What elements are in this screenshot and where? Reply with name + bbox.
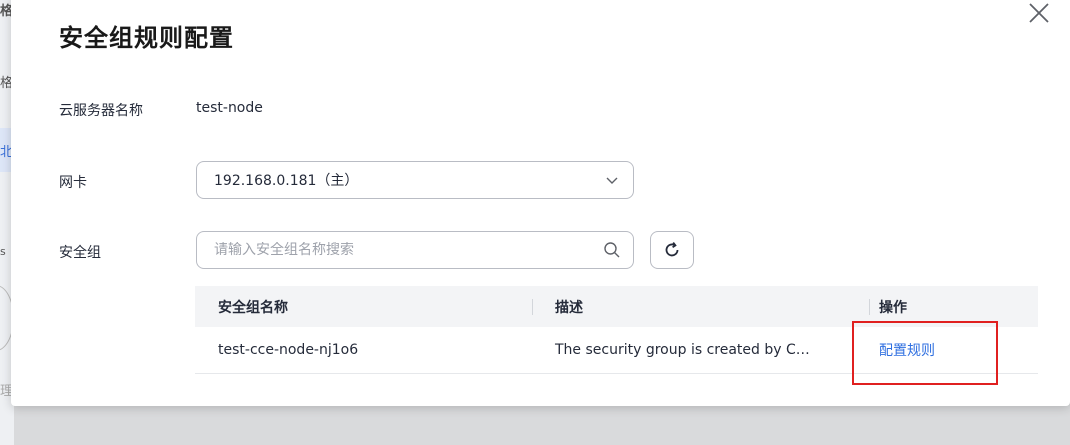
column-header-action: 操作 <box>869 297 1038 317</box>
security-group-label: 安全组 <box>59 245 101 261</box>
dialog-title: 安全组规则配置 <box>59 24 234 52</box>
refresh-icon <box>665 242 679 257</box>
refresh-button[interactable] <box>650 231 694 269</box>
close-button[interactable] <box>1026 0 1052 26</box>
table-row: test-cce-node-nj1o6 The security group i… <box>195 327 1038 374</box>
close-icon <box>1029 3 1049 23</box>
column-header-description: 描述 <box>532 297 869 317</box>
nic-select[interactable]: 192.168.0.181（主） <box>196 161 634 199</box>
search-icon[interactable] <box>603 241 621 259</box>
search-input[interactable] <box>214 242 603 258</box>
configure-rules-link[interactable]: 配置规则 <box>879 343 935 359</box>
security-group-search <box>196 231 634 269</box>
security-group-description: The security group is created by C… <box>555 342 810 358</box>
background-text-fragment: s <box>0 245 6 258</box>
security-group-table: 安全组名称 描述 操作 test-cce-node-nj1o6 The secu… <box>195 286 1038 374</box>
nic-label: 网卡 <box>59 175 87 191</box>
server-name-label: 云服务器名称 <box>59 103 143 119</box>
column-header-name: 安全组名称 <box>218 299 288 316</box>
security-group-name: test-cce-node-nj1o6 <box>218 342 359 358</box>
security-group-rule-dialog: 安全组规则配置 云服务器名称 test-node 网卡 192.168.0.18… <box>11 0 1070 406</box>
table-header: 安全组名称 描述 操作 <box>195 286 1038 327</box>
server-name-value: test-node <box>196 100 263 116</box>
chevron-down-icon <box>606 177 618 184</box>
nic-selected-value: 192.168.0.181（主） <box>214 173 359 189</box>
